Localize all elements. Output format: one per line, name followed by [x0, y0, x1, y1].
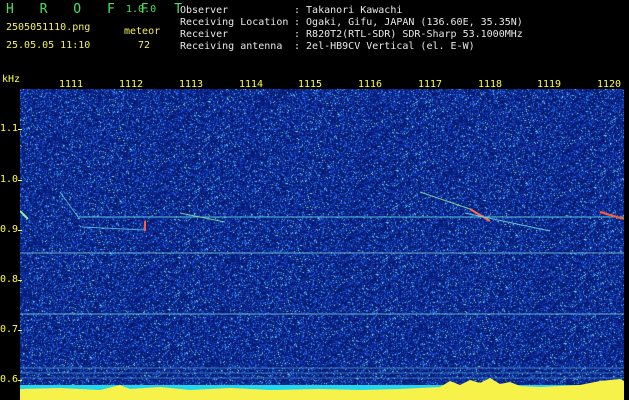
- echo-trace: [81, 226, 146, 231]
- freq-tick-label: 1.1: [0, 123, 19, 134]
- freq-tick-label: 0.6: [0, 374, 19, 385]
- freq-tick-mark: [18, 230, 22, 231]
- info-label-location: Receiving Location: [180, 17, 289, 28]
- info-label-observer: Observer: [180, 5, 229, 16]
- meteor-echo: [599, 211, 624, 220]
- freq-tick-label: 0.9: [0, 224, 19, 235]
- spectrogram-panel: [20, 89, 624, 400]
- freq-tick-label: 0.7: [0, 324, 19, 335]
- echo-trace: [464, 212, 551, 232]
- frequency-unit-label: kHz: [2, 74, 21, 85]
- freq-tick-mark: [18, 330, 22, 331]
- echo-trace: [59, 191, 79, 218]
- echo-trace: [419, 191, 471, 210]
- app-version: 1.0.0: [126, 4, 157, 15]
- info-value-location: : Ogaki, Gifu, JAPAN (136.60E, 35.35N): [294, 17, 523, 28]
- info-label-antenna: Receiving antenna: [180, 41, 283, 52]
- freq-tick-mark: [18, 380, 22, 381]
- spectrogram-traces: [20, 191, 624, 400]
- freq-tick-mark: [18, 180, 22, 181]
- freq-tick-label: 1.0: [0, 174, 19, 185]
- detection-label: meteor: [124, 26, 161, 37]
- header-panel: H R O F F T 1.0.0 2505051110.png meteor …: [0, 0, 629, 62]
- info-value-receiver: : R820T2(RTL-SDR) SDR-Sharp 53.1000MHz: [294, 29, 523, 40]
- info-value-observer: : Takanori Kawachi: [294, 5, 403, 16]
- freq-tick-mark: [18, 129, 22, 130]
- meteor-echo: [20, 210, 29, 220]
- app-name: H R O F F T: [6, 2, 192, 17]
- freq-tick-label: 0.8: [0, 274, 19, 285]
- capture-datetime: 25.05.05 11:10: [6, 40, 91, 51]
- detection-count: 72: [138, 40, 151, 51]
- freq-tick-mark: [18, 280, 22, 281]
- info-label-receiver: Receiver: [180, 29, 229, 40]
- info-value-antenna: : 2el-HB9CV Vertical (el. E-W): [294, 41, 475, 52]
- image-filename: 2505051110.png: [6, 22, 91, 33]
